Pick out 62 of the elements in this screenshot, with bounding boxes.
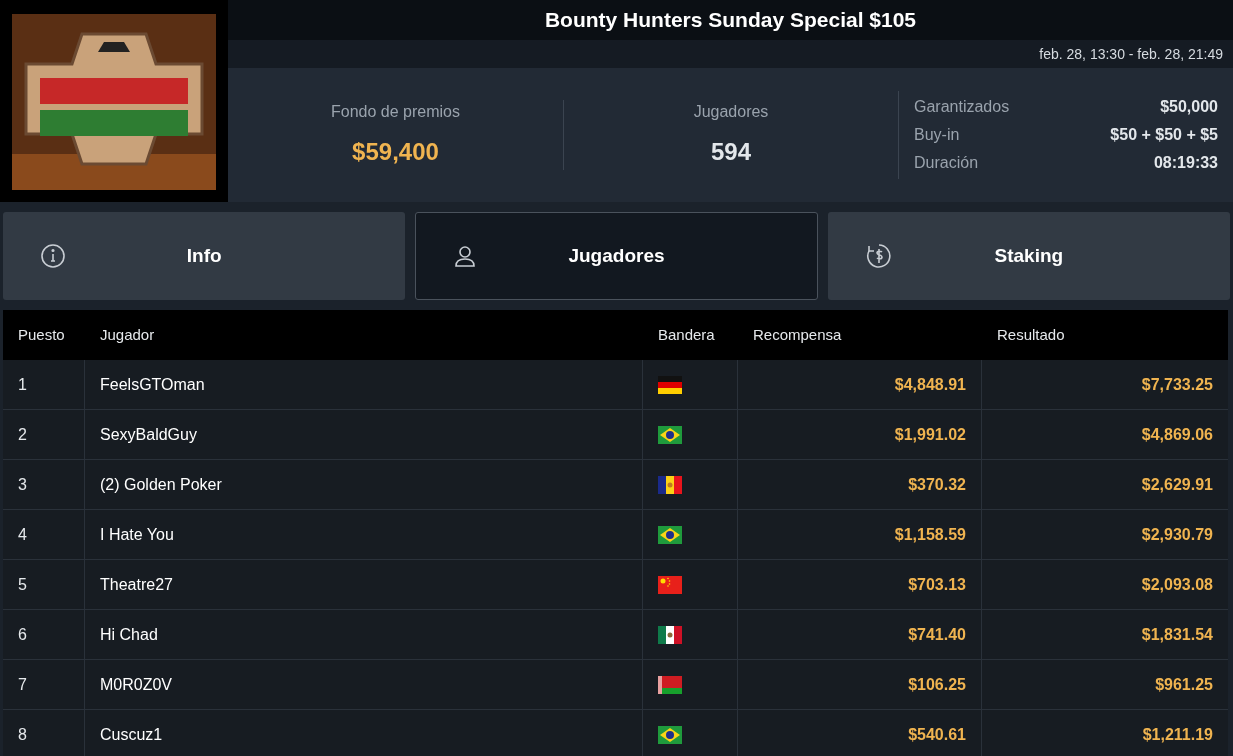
rank-cell: 2 (3, 410, 85, 459)
flag-icon (658, 425, 682, 444)
rank-cell: 4 (3, 510, 85, 559)
player-name: M0R0Z0V (85, 660, 643, 709)
rank-cell: 7 (3, 660, 85, 709)
result-amount: $2,930.79 (1140, 524, 1214, 545)
detail-value: $50,000 (1160, 97, 1218, 117)
detail-label: Garantizados (914, 97, 1010, 117)
rank-cell: 5 (3, 560, 85, 609)
column-header: Resultado (996, 324, 1066, 345)
bounty-amount: $106.25 (738, 660, 982, 709)
bounty-amount: $4,848.91 (738, 360, 982, 409)
info-icon (40, 243, 66, 269)
rank-cell: 6 (3, 610, 85, 659)
flag-icon (658, 575, 682, 594)
player-name: Hi Chad (85, 610, 643, 659)
player-name: I Hate You (85, 510, 643, 559)
bounty-amount: $370.32 (738, 460, 982, 509)
column-header: Puesto (17, 324, 66, 345)
result-amount: $4,869.06 (1140, 424, 1214, 445)
tab[interactable]: Jugadores (415, 212, 818, 300)
tab[interactable]: Staking (827, 212, 1230, 300)
rank-cell: 1 (3, 360, 85, 409)
column-header: Bandera (657, 324, 716, 345)
detail-label: Duración (914, 153, 979, 173)
column-header: Jugador (99, 324, 156, 345)
result-amount: $1,831.54 (1140, 624, 1214, 645)
stat-label: Fondo de premios (331, 102, 460, 122)
rank-cell: 8 (3, 710, 85, 756)
flag-icon (658, 375, 682, 394)
date-range: feb. 28, 13:30 - feb. 28, 21:49 (1039, 44, 1223, 64)
tab[interactable]: Info (3, 212, 406, 300)
tournament-title: Bounty Hunters Sunday Special $105 (544, 7, 917, 34)
player-name: (2) Golden Poker (85, 460, 643, 509)
stat-value: $59,400 (352, 137, 439, 167)
bounty-amount: $703.13 (738, 560, 982, 609)
result-amount: $1,211.19 (1141, 724, 1214, 745)
rank-cell: 3 (3, 460, 85, 509)
flag-icon (658, 525, 682, 544)
flag-icon (658, 675, 682, 694)
flag-icon (658, 725, 682, 744)
flag-icon (658, 625, 682, 644)
bounty-amount: $741.40 (738, 610, 982, 659)
result-amount: $961.25 (1154, 674, 1214, 695)
result-amount: $2,093.08 (1140, 574, 1214, 595)
bounty-amount: $540.61 (738, 710, 982, 756)
result-amount: $7,733.25 (1140, 374, 1214, 395)
stat-label: Jugadores (693, 102, 769, 122)
detail-label: Buy-in (914, 125, 960, 145)
stat-value: 594 (710, 137, 751, 167)
player-name: SexyBaldGuy (85, 410, 643, 459)
dollar-circle-icon (864, 242, 893, 270)
player-name: Theatre27 (85, 560, 643, 609)
column-header: Recompensa (752, 324, 843, 345)
detail-value: 08:19:33 (1153, 153, 1218, 173)
detail-value: $50 + $50 + $5 (1110, 125, 1218, 145)
result-amount: $2,629.91 (1140, 474, 1214, 495)
player-name: FeelsGTOman (85, 360, 643, 409)
bounty-amount: $1,991.02 (738, 410, 982, 459)
bounty-amount: $1,158.59 (738, 510, 982, 559)
flag-icon (658, 475, 682, 494)
player-name: Cuscuz1 (85, 710, 643, 756)
